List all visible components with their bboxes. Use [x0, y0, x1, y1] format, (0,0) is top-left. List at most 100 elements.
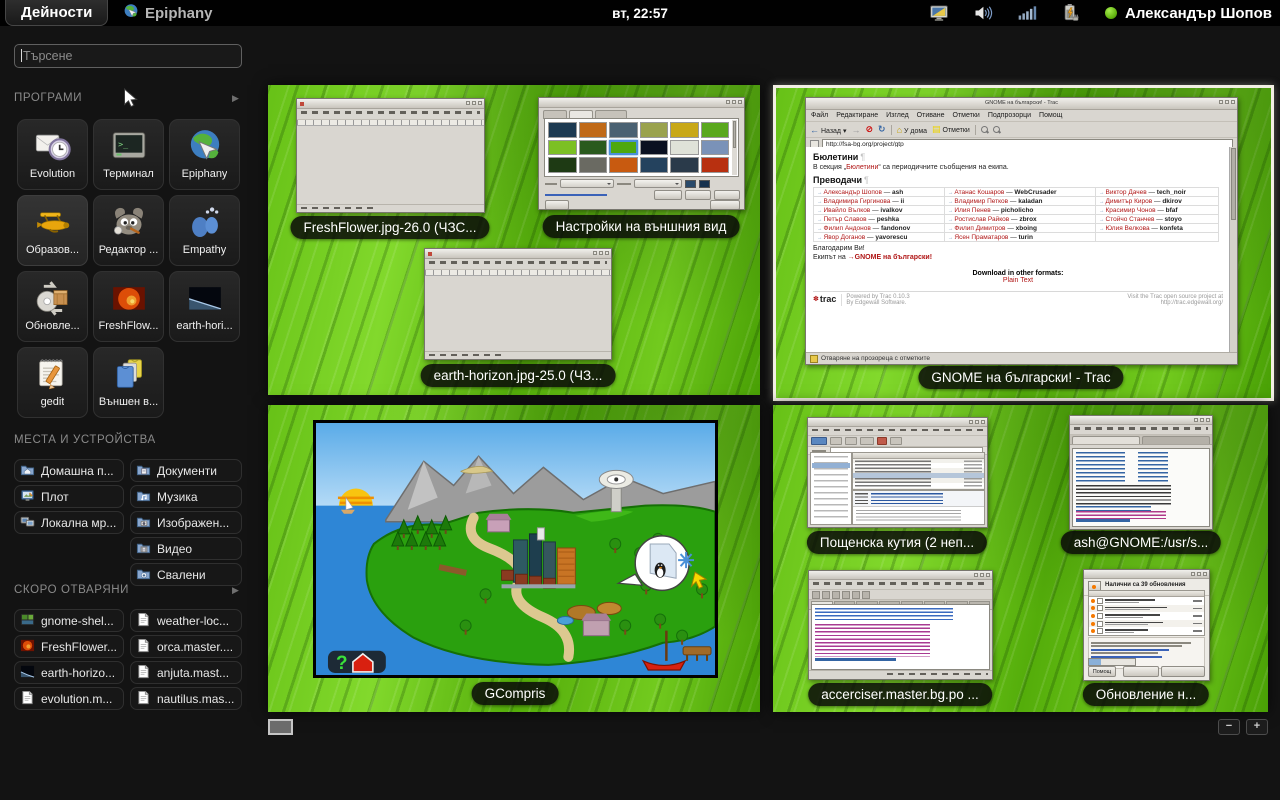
side-item[interactable]: weather-loc...	[130, 609, 242, 632]
colors-dropdown[interactable]	[634, 179, 682, 188]
update-checkbox[interactable]	[1097, 598, 1103, 604]
update-checkbox[interactable]	[1097, 628, 1103, 634]
window-gedit-po-file[interactable]	[808, 570, 993, 680]
window-gcompris[interactable]: ?	[313, 420, 718, 678]
side-item[interactable]: Документи	[130, 459, 242, 482]
color-swatch-2[interactable]	[699, 180, 710, 188]
cancel-button[interactable]	[1123, 666, 1159, 677]
wallpaper-thumb[interactable]	[579, 140, 608, 156]
display-icon[interactable]	[929, 3, 949, 23]
programs-expand-arrow-icon[interactable]	[232, 93, 239, 104]
browser-menu-item[interactable]: Изглед	[886, 112, 909, 119]
update-row[interactable]	[1089, 627, 1204, 635]
update-row[interactable]	[1089, 605, 1204, 613]
focused-app-menu[interactable]: Epiphany	[122, 0, 213, 26]
window-epiphany-trac[interactable]: GNOME на български! - Trac ФайлРедактира…	[805, 97, 1238, 365]
browser-menu-item[interactable]: Помощ	[1039, 112, 1062, 119]
app-item-epiphany[interactable]: Epiphany	[169, 119, 240, 190]
reload-button[interactable]: ↻	[878, 124, 886, 135]
wallpaper-thumb[interactable]	[609, 122, 638, 138]
update-checkbox[interactable]	[1097, 621, 1103, 627]
bulletins-link[interactable]: Бюлетини	[846, 164, 878, 171]
update-row[interactable]	[1089, 597, 1204, 605]
changelog-link[interactable]	[1091, 649, 1169, 651]
wallpaper-thumb[interactable]	[640, 122, 669, 138]
wallpaper-thumb[interactable]	[701, 140, 730, 156]
stop-button[interactable]: ⊘	[865, 124, 873, 135]
window-appearance-preferences[interactable]	[538, 97, 745, 210]
wallpaper-thumb[interactable]	[609, 140, 638, 156]
browser-menu-item[interactable]: Редактиране	[836, 112, 878, 119]
update-checkbox[interactable]	[1097, 605, 1103, 611]
app-item-gcompris[interactable]: Образов...	[17, 195, 88, 266]
side-item[interactable]: Плот	[14, 485, 124, 508]
side-item[interactable]: nautilus.mas...	[130, 687, 242, 710]
side-item[interactable]: earth-horizo...	[14, 661, 124, 684]
browser-menu-item[interactable]: Файл	[811, 112, 828, 119]
wallpaper-thumb[interactable]	[701, 122, 730, 138]
add-workspace-button[interactable]: +	[1246, 719, 1268, 735]
update-row[interactable]	[1089, 620, 1204, 628]
wallpaper-thumb[interactable]	[670, 157, 699, 173]
app-item-terminal[interactable]: >_ Терминал	[93, 119, 164, 190]
gnome-bg-link[interactable]: →GNOME на български!	[848, 254, 932, 261]
side-item[interactable]: anjuta.mast...	[130, 661, 242, 684]
wallpaper-thumb[interactable]	[548, 140, 577, 156]
battery-icon[interactable]	[1061, 3, 1081, 23]
app-item-update[interactable]: Обновле...	[17, 271, 88, 342]
app-item-empathy[interactable]: Empathy	[169, 195, 240, 266]
activities-button[interactable]: Дейности	[5, 0, 108, 26]
install-updates-button[interactable]	[1161, 666, 1205, 677]
wallpaper-thumb[interactable]	[670, 140, 699, 156]
side-item[interactable]: FreshFlower...	[14, 635, 124, 658]
side-item[interactable]: Изображен...	[130, 511, 242, 534]
update-checkbox[interactable]	[1097, 613, 1103, 619]
back-button[interactable]: ← Назад ▾	[810, 125, 846, 135]
recent-expand-arrow-icon[interactable]	[232, 585, 239, 596]
workspace-3[interactable]: ? GCompris	[268, 405, 760, 712]
network-signal-icon[interactable]	[1017, 3, 1037, 23]
get-more-backgrounds-link[interactable]	[545, 194, 607, 196]
window-gimp-earth-horizon[interactable]	[424, 248, 612, 360]
workspace-4[interactable]: Пощенска кутия (2 неп... ash@GNOME:/usr/…	[773, 405, 1268, 712]
close-button[interactable]	[710, 200, 740, 210]
wallpaper-thumb[interactable]	[640, 157, 669, 173]
remove-workspace-button[interactable]: −	[1218, 719, 1240, 735]
side-item[interactable]: gnome-shel...	[14, 609, 124, 632]
side-item[interactable]: Музика	[130, 485, 242, 508]
bookmarks-button[interactable]: ▤ Отметки	[932, 124, 970, 135]
side-item[interactable]: Видео	[130, 537, 242, 560]
plain-text-link[interactable]: Plain Text	[813, 277, 1223, 284]
browser-menu-item[interactable]: Отиване	[917, 112, 945, 119]
app-item-image-flower[interactable]: FreshFlow...	[93, 271, 164, 342]
app-item-evolution[interactable]: Evolution	[17, 119, 88, 190]
window-gimp-freshflower[interactable]	[296, 98, 485, 213]
user-menu[interactable]: Александър Шопов	[1105, 5, 1272, 22]
search-input[interactable]	[14, 44, 242, 68]
home-button[interactable]: ⌂ У дома	[897, 125, 927, 135]
browser-menu-item[interactable]: Отметки	[953, 112, 980, 119]
side-item[interactable]: evolution.m...	[14, 687, 124, 710]
side-item[interactable]: Локална мр...	[14, 511, 124, 534]
wallpaper-thumb[interactable]	[670, 122, 699, 138]
app-item-gimp[interactable]: Редактор ...	[93, 195, 164, 266]
wallpaper-thumb[interactable]	[609, 157, 638, 173]
help-button[interactable]	[545, 200, 569, 210]
window-evolution[interactable]	[807, 417, 988, 528]
wallpaper-thumb[interactable]	[548, 122, 577, 138]
volume-icon[interactable]	[973, 3, 993, 23]
app-item-gedit[interactable]: gedit	[17, 347, 88, 418]
side-item[interactable]: Свалени	[130, 563, 242, 586]
workspace-view-toggle[interactable]	[268, 719, 293, 735]
wallpaper-thumb[interactable]	[548, 157, 577, 173]
style-dropdown[interactable]	[560, 179, 614, 188]
wallpaper-thumb[interactable]	[579, 122, 608, 138]
side-item[interactable]: orca.master....	[130, 635, 242, 658]
workspace-1[interactable]: FreshFlower.jpg-26.0 (ЧЗС...	[268, 85, 760, 395]
browser-scrollbar[interactable]	[1229, 147, 1237, 353]
update-row[interactable]	[1089, 612, 1204, 620]
workspace-2-active[interactable]: GNOME на български! - Trac ФайлРедактира…	[773, 85, 1274, 401]
wallpaper-thumb[interactable]	[701, 157, 730, 173]
zoom-out-icon[interactable]	[981, 126, 988, 133]
color-swatch-1[interactable]	[685, 180, 696, 188]
